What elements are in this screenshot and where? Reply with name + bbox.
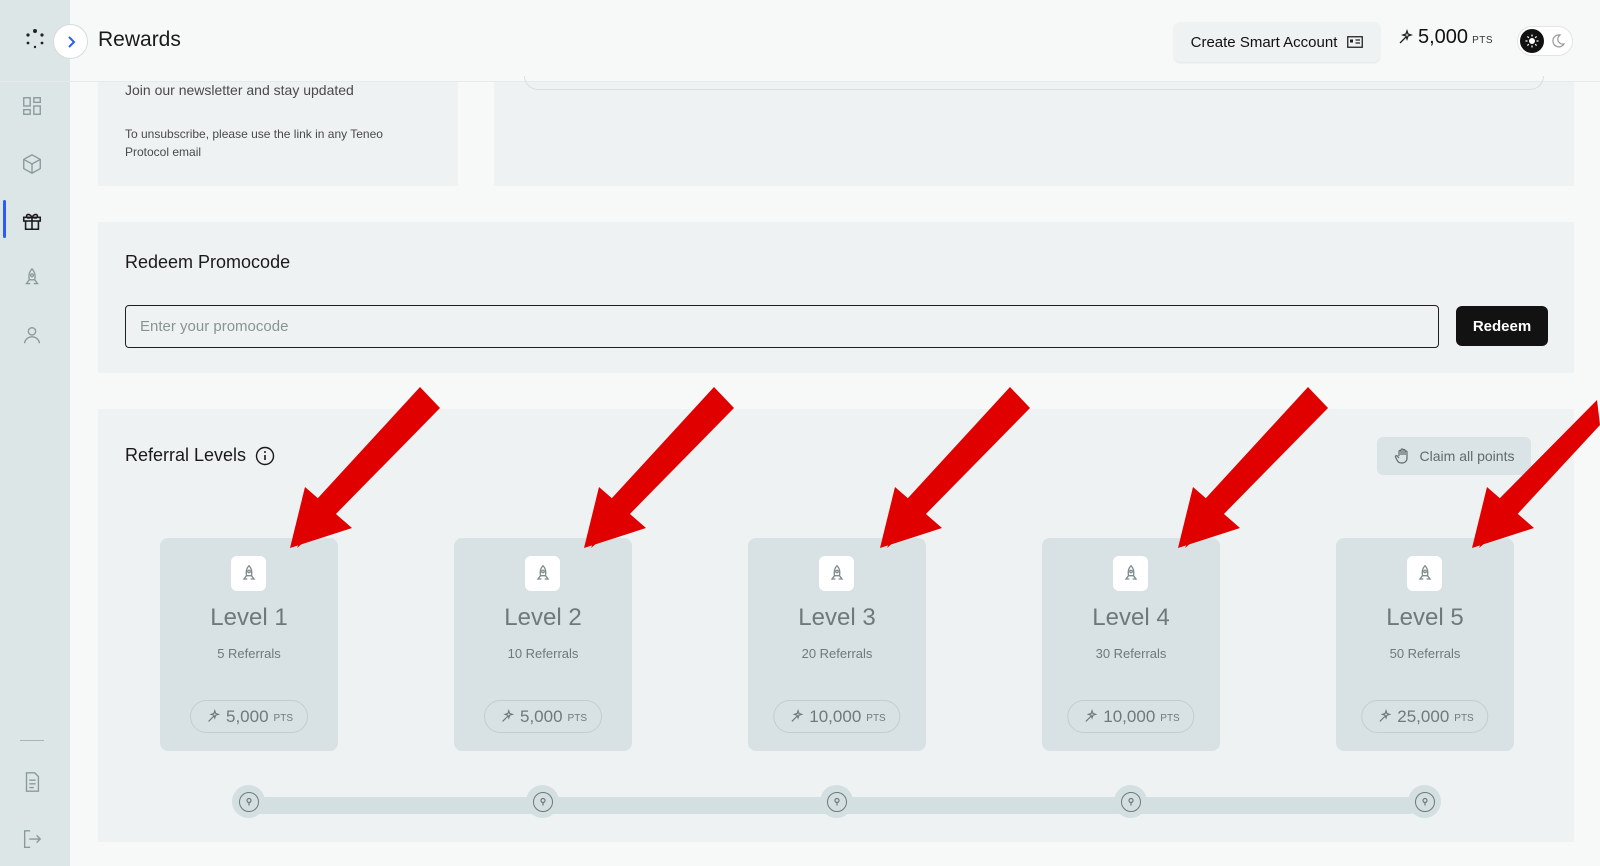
points-balance-value: 5,000 (1418, 26, 1469, 48)
info-icon[interactable] (255, 446, 275, 466)
promocode-section: Redeem Promocode Redeem (98, 222, 1574, 373)
newsletter-title: Join our newsletter and stay updated (125, 82, 354, 98)
rocket-icon (525, 556, 560, 591)
progress-node-4 (1114, 785, 1147, 818)
lock-icon (532, 791, 553, 812)
level-name: Level 1 (210, 604, 288, 631)
sparkle-icon (1379, 708, 1392, 722)
level-reward-badge: 10,000 PTS (1067, 700, 1195, 733)
rocket-icon (1407, 556, 1442, 591)
sparkle-icon (502, 708, 515, 722)
rocket-icon (231, 556, 266, 591)
points-balance: 5,000 PTS (1396, 26, 1493, 49)
rocket-icon (819, 556, 854, 591)
level-reward-badge: 5,000 PTS (190, 700, 308, 733)
newsletter-panel: Join our newsletter and stay updated To … (98, 82, 458, 186)
cube-icon[interactable] (20, 152, 44, 176)
page-title: Rewards (98, 28, 181, 51)
level-referrals: 20 Referrals (801, 646, 873, 661)
level-reward-badge: 25,000 PTS (1361, 700, 1489, 733)
level-card-1: Level 1 5 Referrals 5,000 PTS (160, 538, 338, 751)
level-name: Level 3 (798, 604, 876, 631)
panel-input-edge (524, 76, 1544, 90)
progress-node-1 (232, 785, 265, 818)
level-referrals: 50 Referrals (1389, 646, 1461, 661)
level-reward-unit: PTS (567, 713, 587, 724)
rocket-icon[interactable] (20, 266, 44, 290)
dashboard-icon[interactable] (20, 94, 44, 118)
content-panel (494, 76, 1574, 186)
level-card-4: Level 4 30 Referrals 10,000 PTS (1042, 538, 1220, 751)
level-reward-value: 10,000 (809, 706, 862, 726)
sparkle-icon (1399, 28, 1414, 43)
level-name: Level 4 (1092, 604, 1170, 631)
hand-icon (1394, 448, 1408, 464)
promocode-input[interactable] (125, 305, 1439, 348)
create-smart-account-button[interactable]: Create Smart Account (1174, 22, 1380, 62)
progress-node-2 (526, 785, 559, 818)
document-icon[interactable] (20, 770, 44, 794)
referral-levels-heading: Referral Levels (125, 445, 275, 466)
level-card-5: Level 5 50 Referrals 25,000 PTS (1336, 538, 1514, 751)
sparkle-icon (791, 708, 804, 722)
moon-icon (1552, 34, 1566, 48)
level-reward-value: 25,000 (1397, 706, 1450, 726)
claim-all-points-button[interactable]: Claim all points (1377, 437, 1531, 475)
lock-icon (826, 791, 847, 812)
level-name: Level 5 (1386, 604, 1464, 631)
level-reward-value: 5,000 (520, 706, 563, 726)
level-reward-unit: PTS (1160, 713, 1180, 724)
level-card-2: Level 2 10 Referrals 5,000 PTS (454, 538, 632, 751)
rocket-icon (1113, 556, 1148, 591)
progress-node-3 (820, 785, 853, 818)
logo-icon[interactable] (24, 28, 46, 50)
referral-levels-title: Referral Levels (125, 445, 247, 465)
create-smart-account-label: Create Smart Account (1190, 33, 1338, 51)
level-name: Level 2 (504, 604, 582, 631)
level-reward-unit: PTS (1454, 713, 1474, 724)
level-reward-unit: PTS (866, 713, 886, 724)
level-reward-unit: PTS (273, 713, 293, 724)
level-referrals: 5 Referrals (217, 646, 281, 661)
redeem-button[interactable]: Redeem (1456, 306, 1548, 346)
claim-all-points-label: Claim all points (1419, 448, 1515, 464)
level-reward-value: 5,000 (226, 706, 269, 726)
progress-node-5 (1408, 785, 1441, 818)
referral-levels-section: Referral Levels Claim all points Level 1… (98, 409, 1574, 842)
sidebar-toggle-button[interactable] (53, 24, 88, 59)
level-reward-value: 10,000 (1103, 706, 1156, 726)
level-reward-badge: 5,000 PTS (484, 700, 602, 733)
lock-icon (1120, 791, 1141, 812)
id-card-icon (1347, 36, 1364, 48)
sidebar-divider (20, 740, 44, 741)
gift-icon[interactable] (20, 209, 44, 233)
lock-icon (238, 791, 259, 812)
theme-toggle[interactable] (1517, 26, 1573, 56)
sparkle-icon (1085, 708, 1098, 722)
newsletter-note: To unsubscribe, please use the link in a… (125, 127, 383, 159)
level-referrals: 10 Referrals (507, 646, 579, 661)
sun-icon (1520, 29, 1544, 53)
logout-icon[interactable] (20, 827, 44, 851)
sparkle-icon (208, 708, 221, 722)
points-balance-unit: PTS (1472, 35, 1494, 46)
promocode-title: Redeem Promocode (125, 252, 291, 272)
lock-icon (1414, 791, 1435, 812)
top-header: Rewards Create Smart Account 5,000 PTS (0, 0, 1600, 82)
sidebar-active-indicator (3, 200, 6, 238)
level-referrals: 30 Referrals (1095, 646, 1167, 661)
level-reward-badge: 10,000 PTS (773, 700, 901, 733)
user-icon[interactable] (20, 323, 44, 347)
chevron-right-icon (67, 35, 75, 48)
sidebar (0, 0, 70, 866)
level-card-3: Level 3 20 Referrals 10,000 PTS (748, 538, 926, 751)
